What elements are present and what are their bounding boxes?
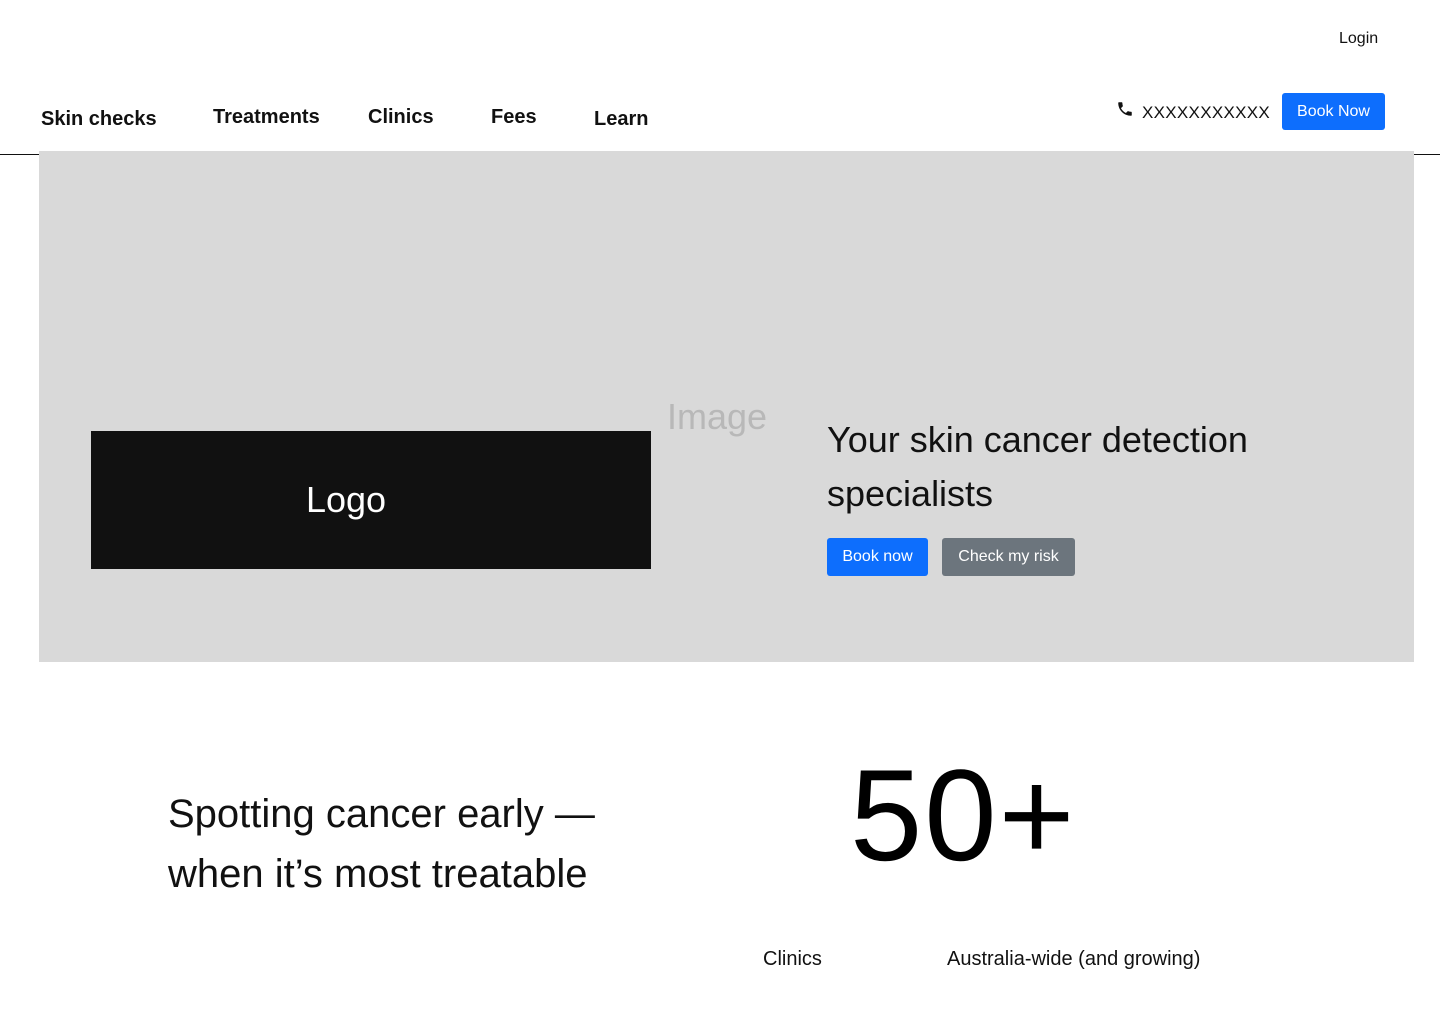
nav-item-fees[interactable]: Fees — [491, 106, 537, 129]
tagline-line-2: when it’s most treatable — [168, 852, 588, 896]
nav-item-clinics[interactable]: Clinics — [368, 106, 434, 129]
hero-banner: Image Logo Your skin cancer detection sp… — [39, 151, 1414, 662]
nav-item-skin-checks[interactable]: Skin checks — [41, 108, 157, 131]
logo-placeholder: Logo — [91, 431, 651, 569]
logo-text: Logo — [305, 479, 387, 520]
clinic-count: 50+ — [850, 742, 1077, 888]
phone-number[interactable]: XXXXXXXXXXX — [1142, 103, 1270, 123]
clinic-count-label: Clinics — [763, 948, 822, 970]
page: Login Skin checks Treatments Clinics Fee… — [0, 0, 1440, 1024]
login-link[interactable]: Login — [1339, 30, 1378, 48]
nav-item-treatments[interactable]: Treatments — [213, 106, 320, 129]
clinic-count-description: Australia-wide (and growing) — [947, 948, 1201, 970]
tagline-line-1: Spotting cancer early — — [168, 792, 595, 836]
book-now-button[interactable]: Book Now — [1282, 93, 1385, 130]
check-my-risk-button[interactable]: Check my risk — [942, 538, 1075, 576]
nav-item-learn[interactable]: Learn — [594, 108, 648, 131]
hero-headline: Your skin cancer detection specialists — [827, 419, 1248, 514]
hero-book-now-button[interactable]: Book now — [827, 538, 928, 576]
tagline: Spotting cancer early — when it’s most t… — [168, 784, 688, 904]
phone-icon — [1116, 100, 1134, 118]
hero-image-placeholder: Image — [667, 396, 768, 437]
